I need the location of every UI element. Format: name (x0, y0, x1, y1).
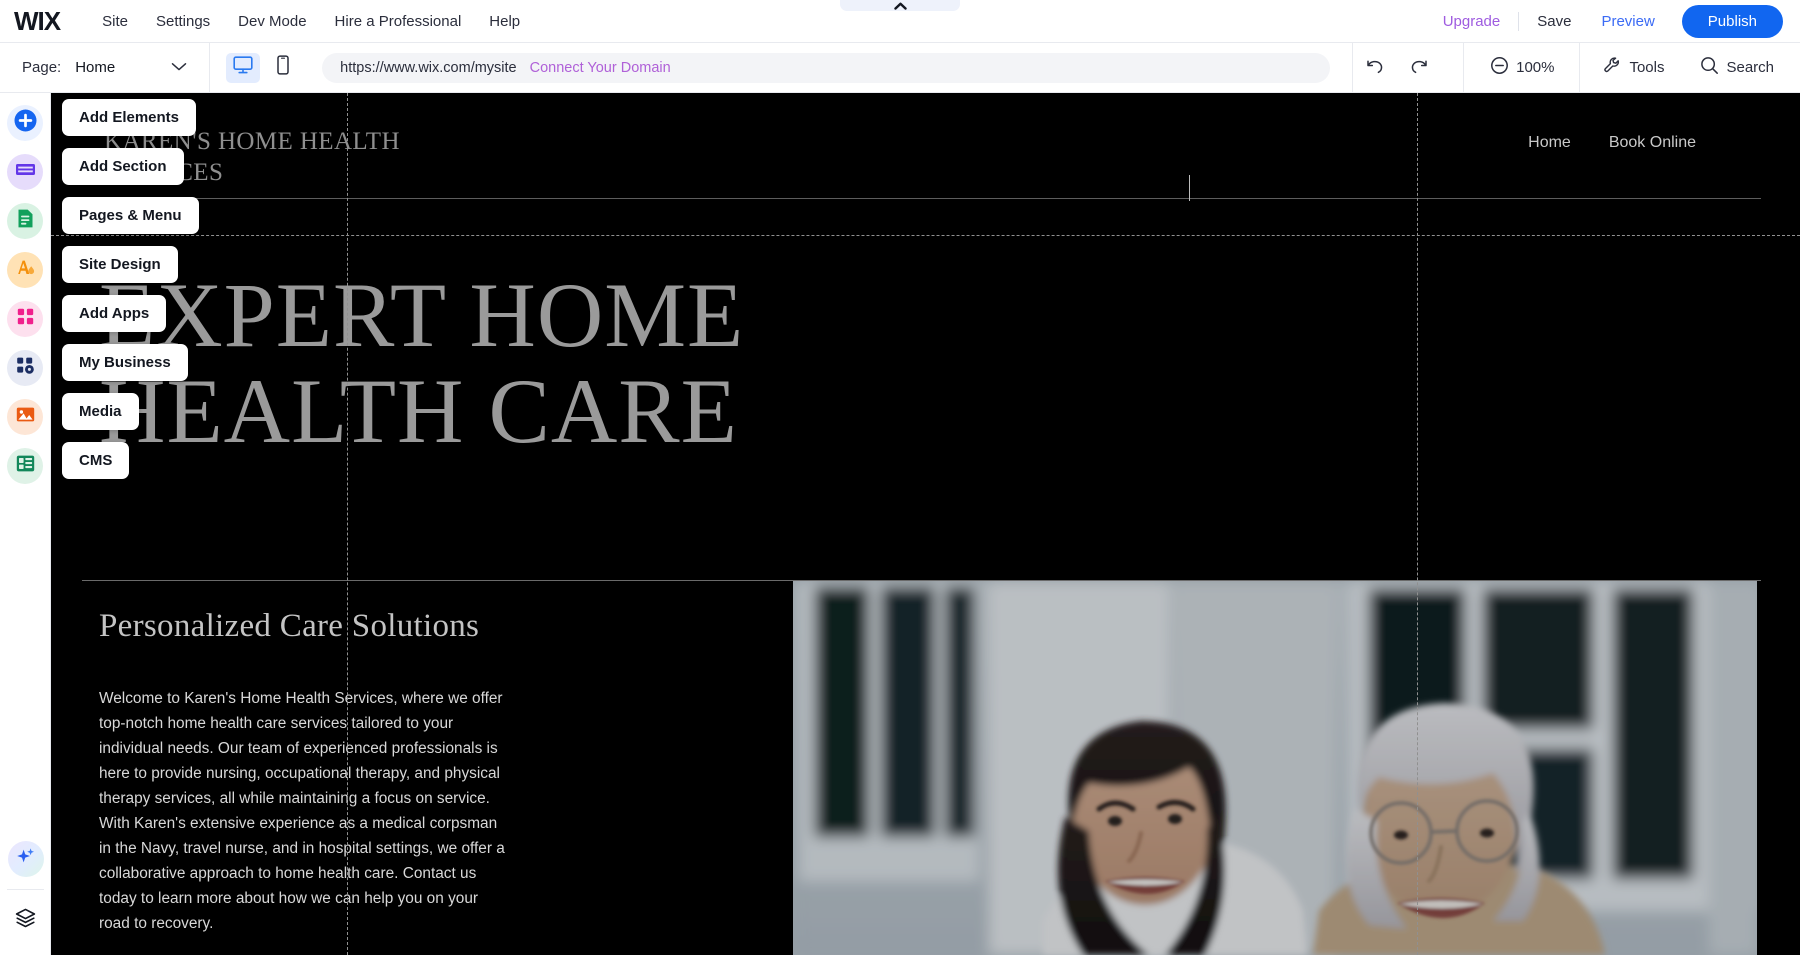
publish-button[interactable]: Publish (1681, 4, 1783, 38)
search-icon (1700, 56, 1719, 79)
add-section-icon (13, 157, 38, 187)
toolbar-divider (1518, 11, 1520, 31)
cms-button[interactable]: CMS (62, 442, 130, 479)
add-icon (13, 108, 38, 138)
device-switcher (226, 52, 300, 83)
sidebar-item-pages-menu[interactable] (7, 203, 43, 239)
section-body-paragraph[interactable]: Welcome to Karen's Home Health Services,… (99, 687, 511, 937)
sidebar-item-ai-assistant[interactable] (7, 841, 44, 877)
sidebar-item-layers[interactable] (8, 903, 44, 939)
history-tools (1353, 50, 1441, 86)
site-nav-menu: Home Book Online (1528, 134, 1696, 152)
site-canvas[interactable]: KAREN'S HOME HEALTH SERVICES Home Book O… (51, 93, 1800, 955)
connect-domain-link[interactable]: Connect Your Domain (530, 60, 671, 76)
search-label: Search (1726, 59, 1775, 76)
add-section-button[interactable]: Add Section (62, 148, 184, 185)
menu-item-dev-mode[interactable]: Dev Mode (224, 7, 320, 36)
zoom-out-icon (1490, 56, 1509, 79)
mobile-view-button[interactable] (266, 53, 300, 83)
section-tick-mark (1189, 175, 1190, 201)
toolbar-divider (1578, 42, 1580, 93)
toolbar-divider (1463, 42, 1465, 93)
undo-button[interactable] (1353, 50, 1397, 86)
ai-sparkle-icon (14, 845, 38, 874)
site-url-text: https://www.wix.com/mysite (340, 59, 517, 76)
section-heading[interactable]: Personalized Care Solutions (99, 608, 519, 645)
chevron-down-icon (171, 59, 187, 77)
sidebar-item-media[interactable] (7, 399, 43, 435)
chevron-up-icon (893, 2, 907, 10)
editor-toolbar: Page: Home https://www.wix.com/mysite Co… (0, 42, 1800, 93)
preview-button[interactable]: Preview (1586, 7, 1669, 36)
vertical-guide-right (1417, 93, 1418, 955)
site-nav-item-home[interactable]: Home (1528, 134, 1571, 152)
redo-icon (1409, 57, 1429, 79)
my-business-icon (13, 353, 38, 383)
header-divider-rule (81, 198, 1761, 199)
search-button[interactable]: Search (1688, 49, 1786, 86)
page-label: Page: (22, 59, 62, 76)
tools-label: Tools (1629, 59, 1665, 76)
left-sidebar (0, 93, 51, 955)
page-selector-value[interactable]: Home (75, 59, 115, 76)
undo-icon (1365, 57, 1385, 79)
page-selector-chevron[interactable] (171, 59, 187, 77)
wrench-icon (1603, 56, 1622, 79)
toolbar-divider (209, 42, 211, 93)
wix-logo[interactable]: WIX (14, 6, 61, 37)
sidebar-item-cms[interactable] (7, 448, 43, 484)
sidebar-bottom-group (0, 828, 51, 955)
upgrade-link[interactable]: Upgrade (1428, 7, 1516, 36)
site-header-section[interactable]: KAREN'S HOME HEALTH SERVICES Home Book O… (51, 93, 1761, 200)
menu-item-hire-a-professional[interactable]: Hire a Professional (321, 7, 476, 36)
site-nav-item-book-online[interactable]: Book Online (1609, 134, 1696, 152)
menu-item-settings[interactable]: Settings (142, 7, 224, 36)
sidebar-item-add-section[interactable] (7, 154, 43, 190)
desktop-view-button[interactable] (226, 52, 261, 83)
caregiver-and-elderly-woman-photo (793, 581, 1757, 955)
zoom-control[interactable]: 100% (1478, 49, 1566, 86)
pages-menu-icon (13, 206, 38, 236)
top-menu-bar: WIX Site Settings Dev Mode Hire a Profes… (0, 0, 1800, 43)
sidebar-item-site-design[interactable] (7, 252, 43, 288)
personalized-care-text-block[interactable]: Personalized Care Solutions Welcome to K… (99, 608, 519, 937)
top-bar-actions: Upgrade Save Preview Publish (1428, 4, 1800, 38)
add-elements-button[interactable]: Add Elements (62, 99, 197, 136)
layers-icon (13, 906, 38, 936)
my-business-button[interactable]: My Business (62, 344, 188, 381)
sidebar-item-add[interactable] (7, 105, 43, 141)
cms-icon (13, 451, 38, 481)
zoom-level-label: 100% (1516, 59, 1555, 76)
sidebar-item-add-apps[interactable] (7, 301, 43, 337)
sidebar-item-my-business[interactable] (7, 350, 43, 386)
add-apps-icon (13, 304, 38, 334)
horizontal-guide-section (51, 235, 1800, 236)
media-button[interactable]: Media (62, 393, 139, 430)
caregiver-photo[interactable] (793, 581, 1757, 955)
desktop-icon (233, 56, 253, 79)
save-button[interactable]: Save (1522, 7, 1586, 36)
site-design-icon (13, 255, 38, 285)
floating-panel-buttons: Add Elements Add Section Pages & Menu Si… (62, 99, 199, 491)
redo-button[interactable] (1397, 50, 1441, 86)
collapse-toolbar-handle[interactable] (840, 0, 960, 11)
add-apps-button[interactable]: Add Apps (62, 295, 167, 332)
hero-heading[interactable]: EXPERT HOME HEALTH CARE (99, 267, 1099, 459)
site-design-button[interactable]: Site Design (62, 246, 178, 283)
menu-item-site[interactable]: Site (88, 7, 142, 36)
pages-and-menu-button[interactable]: Pages & Menu (62, 197, 199, 234)
site-url-bar[interactable]: https://www.wix.com/mysite Connect Your … (322, 52, 1331, 83)
menu-item-help[interactable]: Help (475, 7, 534, 36)
media-icon (13, 402, 38, 432)
sidebar-divider (7, 889, 44, 890)
tools-button[interactable]: Tools (1591, 49, 1676, 86)
vertical-guide-left (347, 93, 348, 955)
mobile-icon (276, 55, 290, 80)
